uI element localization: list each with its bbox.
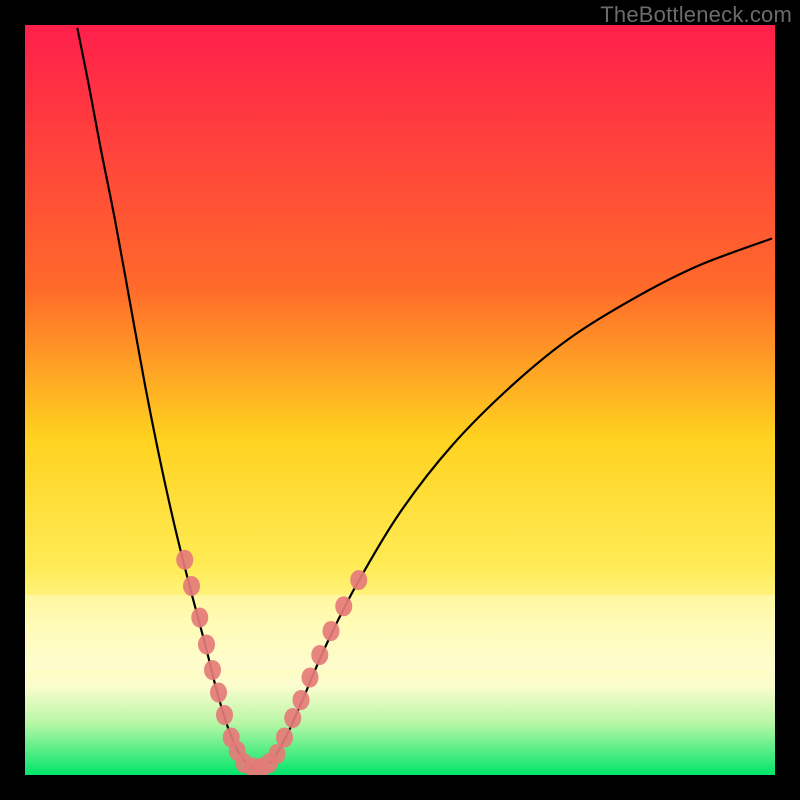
dot-dots-right-1: [284, 708, 301, 728]
dot-dots-left-4: [204, 660, 221, 680]
dot-dots-left-5: [210, 683, 227, 703]
dot-dots-left-3: [198, 635, 215, 655]
dot-dots-right-5: [323, 621, 340, 641]
plot-svg: [25, 25, 775, 775]
dot-dots-right-0: [276, 728, 293, 748]
plot-area: [25, 25, 775, 775]
dot-dots-right-6: [335, 596, 352, 616]
chart-frame: TheBottleneck.com: [0, 0, 800, 800]
dot-dots-left-0: [176, 550, 193, 570]
dot-dots-right-2: [293, 690, 310, 710]
dot-dots-left-6: [216, 705, 233, 725]
dot-dots-right-3: [302, 668, 319, 688]
dot-dots-left-2: [191, 608, 208, 628]
pale-band: [25, 595, 775, 670]
watermark-text: TheBottleneck.com: [600, 2, 792, 28]
dot-dots-right-4: [311, 645, 328, 665]
dot-dots-right-7: [350, 570, 367, 590]
dot-dots-left-1: [183, 576, 200, 596]
